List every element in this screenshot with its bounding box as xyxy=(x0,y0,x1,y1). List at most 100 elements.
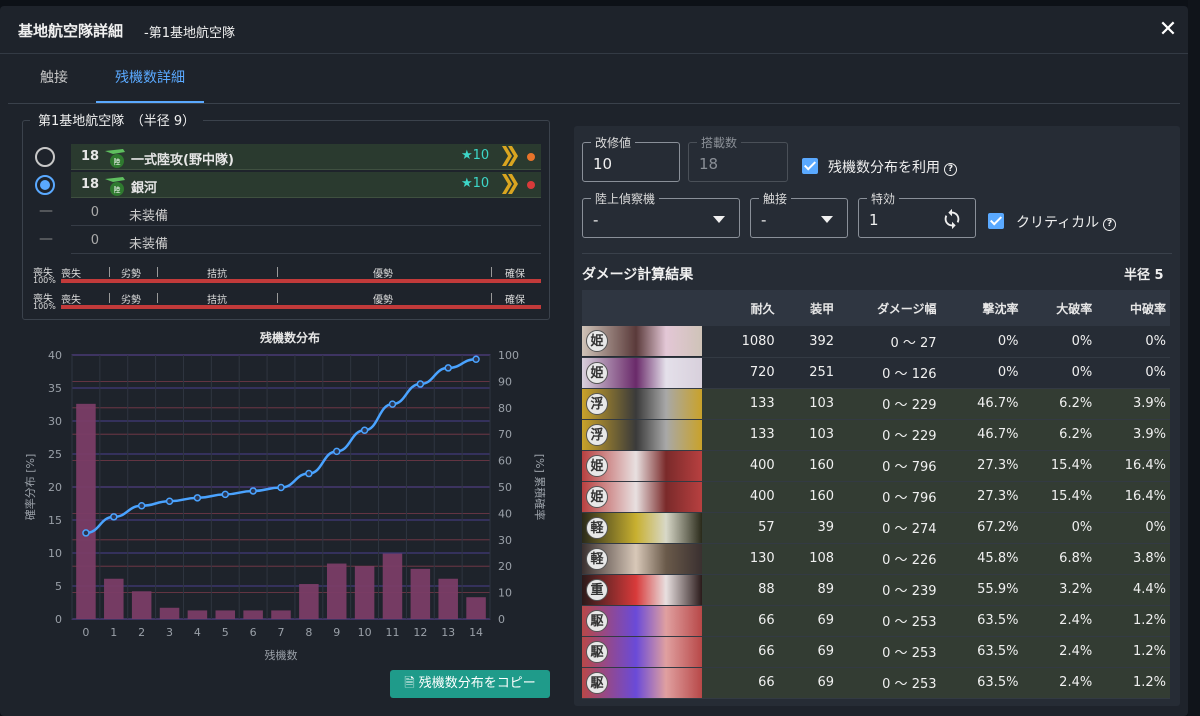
ship-class-tag: 軽 xyxy=(586,547,608,570)
enemy-ship-banner: 軽 xyxy=(582,543,702,574)
refresh-icon[interactable] xyxy=(941,208,963,230)
y2-tick-label: 80 xyxy=(498,402,512,415)
distribution-bar xyxy=(243,610,263,619)
tokkou-field[interactable]: 特効 1 xyxy=(858,190,976,238)
air-state-tick: 優勢 xyxy=(373,269,393,280)
proficiency-star: ★10 xyxy=(461,148,490,163)
air-state-tick: 劣勢 xyxy=(121,295,141,306)
table-row: 駆 66 69 0 ～ 253 63.5% 2.4% 1.2% xyxy=(582,605,1170,637)
sink-rate-cell: 63.5% xyxy=(940,667,1023,699)
taiha-rate-cell: 3.2% xyxy=(1022,574,1097,606)
damage-range-cell: 0 ～ 239 xyxy=(838,574,941,606)
slot-count: 0 xyxy=(90,205,99,220)
taiha-rate-cell: 2.4% xyxy=(1022,667,1097,699)
y2-tick-label: 30 xyxy=(498,534,512,547)
y2-tick-label: 100 xyxy=(498,349,519,362)
rikujou-select[interactable]: 陸上偵察機 - xyxy=(582,190,740,238)
sink-rate-cell: 45.8% xyxy=(940,543,1023,575)
help-icon[interactable]: ? xyxy=(944,163,957,176)
chart-svg: 051015202530354001020304050607080901000 1… xyxy=(23,349,547,662)
ship-cell: 重 xyxy=(582,574,710,606)
enemy-ship-banner: 重 xyxy=(582,574,702,605)
cumulative-point xyxy=(472,355,480,363)
table-row: 浮 133 103 0 ～ 229 46.7% 6.2% 3.9% xyxy=(582,419,1170,451)
taiha-rate-cell: 15.4% xyxy=(1022,450,1097,482)
col-ship xyxy=(582,290,710,326)
critical-checkbox[interactable] xyxy=(988,213,1004,229)
table-row: 軽 130 108 0 ～ 226 45.8% 6.8% 3.8% xyxy=(582,543,1170,575)
x-axis-label: 残機数 xyxy=(265,648,298,662)
divider xyxy=(582,253,1172,254)
col-armor: 装甲 xyxy=(778,290,839,326)
chuuha-rate-cell: 1.2% xyxy=(1096,636,1170,668)
enemy-ship-banner: 姫 xyxy=(582,326,702,357)
sink-rate-cell: 0% xyxy=(940,326,1023,358)
air-state-tick: 喪失 xyxy=(61,295,81,306)
hp-cell: 88 xyxy=(709,574,779,606)
taiha-rate-cell: 2.4% xyxy=(1022,605,1097,637)
x-tick-label: 12 xyxy=(413,626,427,639)
close-button[interactable]: ✕ xyxy=(1156,18,1180,42)
ship-class-tag: 姫 xyxy=(586,330,608,353)
air-state-track xyxy=(61,305,541,309)
taiha-rate-cell: 6.2% xyxy=(1022,419,1097,451)
x-tick-label: 9 xyxy=(333,626,340,639)
rikujou-label: 陸上偵察機 xyxy=(591,190,660,207)
tab-bar: 触接 残機数詳細 xyxy=(8,54,1180,104)
hp-cell: 66 xyxy=(709,605,779,637)
distribution-bar xyxy=(104,578,124,619)
slot-name: 未装備 xyxy=(129,237,169,252)
air-state-tick: 喪失 xyxy=(61,269,81,280)
damage-range-cell: 0 ～ 274 xyxy=(838,512,941,544)
chuuha-rate-cell: 0% xyxy=(1096,512,1170,544)
table-row: 駆 66 69 0 ～ 253 63.5% 2.4% 1.2% xyxy=(582,636,1170,668)
y2-tick-label: 20 xyxy=(498,560,512,573)
slot-radio-selected[interactable] xyxy=(35,175,55,195)
armor-cell: 103 xyxy=(778,419,839,451)
cumulative-point xyxy=(137,501,146,510)
air-state-divider xyxy=(277,267,278,277)
proficiency-chevron-icon xyxy=(502,146,518,166)
slot-radio[interactable] xyxy=(35,147,55,167)
col-taiha: 大破率 xyxy=(1022,290,1097,326)
ship-cell: 駆 xyxy=(582,605,710,637)
air-state-percent: 100% xyxy=(33,276,56,285)
chuuha-rate-cell: 3.9% xyxy=(1096,388,1170,420)
chuuha-rate-cell: 0% xyxy=(1096,326,1170,358)
enemy-ship-banner: 姫 xyxy=(582,450,702,481)
slot-row[interactable]: 18 陸 銀河 ★10 xyxy=(23,171,551,198)
y2-tick-label: 10 xyxy=(498,587,512,600)
use-distribution-checkbox[interactable] xyxy=(802,158,818,174)
shokusetsu-select[interactable]: 触接 - xyxy=(750,190,848,238)
kaishu-field[interactable]: 改修値 10 xyxy=(582,134,680,182)
armor-cell: 69 xyxy=(778,636,839,668)
sink-rate-cell: 46.7% xyxy=(940,419,1023,451)
armor-cell: 39 xyxy=(778,512,839,544)
tokkou-label: 特効 xyxy=(867,190,900,207)
taiha-rate-cell: 0% xyxy=(1022,512,1097,544)
armor-cell: 69 xyxy=(778,667,839,699)
result-title: ダメージ計算結果 xyxy=(582,267,694,283)
x-tick-label: 8 xyxy=(305,626,312,639)
rikujou-value: - xyxy=(593,211,599,229)
tab-contact[interactable]: 触接 xyxy=(24,54,84,103)
air-state-divider xyxy=(491,293,492,303)
distribution-bar xyxy=(466,597,486,619)
shokusetsu-value: - xyxy=(761,211,767,229)
tab-remaining-detail[interactable]: 残機数詳細 xyxy=(96,54,204,103)
ship-cell: 姫 xyxy=(582,481,710,513)
air-state-divider xyxy=(109,293,110,303)
distribution-bar xyxy=(187,610,208,619)
copy-distribution-button[interactable]: 🗎 残機数分布をコピー xyxy=(390,670,550,698)
hp-cell: 400 xyxy=(709,450,779,482)
chuuha-rate-cell: 1.2% xyxy=(1096,667,1170,699)
kaishu-value: 10 xyxy=(593,155,613,173)
slot-row[interactable]: 18 陸 一式陸攻(野中隊) ★10 xyxy=(23,143,551,170)
y-tick-label: 30 xyxy=(48,415,62,428)
cumulative-point xyxy=(305,469,313,478)
dialog-title: 基地航空隊詳細 xyxy=(18,22,124,40)
slot-name: 未装備 xyxy=(129,209,169,224)
ship-cell: 姫 xyxy=(582,357,710,389)
help-icon[interactable]: ? xyxy=(1103,218,1117,231)
damage-range-cell: 0 ～ 253 xyxy=(838,667,941,699)
